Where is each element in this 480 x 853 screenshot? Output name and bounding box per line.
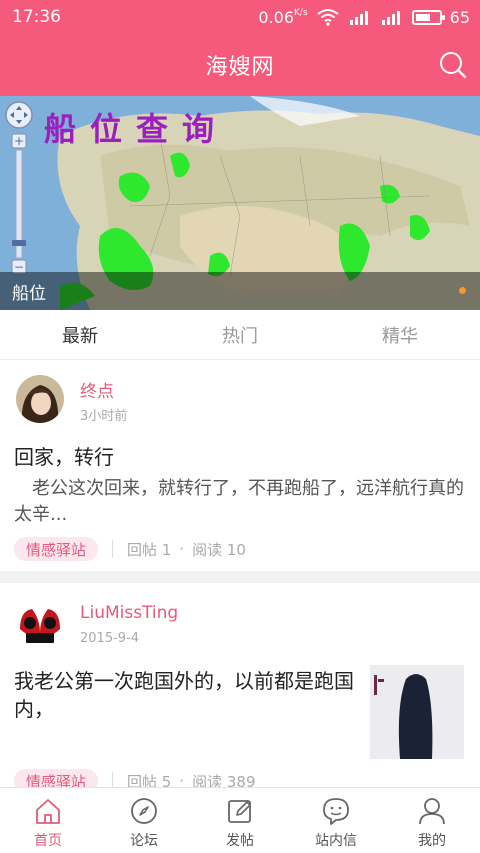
nav-messages[interactable]: 站内信 <box>288 788 384 853</box>
status-bar: 17:36 0.06K/s 65 <box>0 0 480 34</box>
post-time: 2015-9-4 <box>80 631 140 646</box>
avatar[interactable] <box>16 375 64 423</box>
nav-new-post-label: 发帖 <box>226 833 254 849</box>
ship-position-banner[interactable]: + − 船位查询 船位 <box>0 96 480 310</box>
user-icon <box>419 798 445 825</box>
feed-tabs: 最新 热门 精华 <box>0 310 480 360</box>
post-time: 3小时前 <box>80 409 128 424</box>
nav-profile-label: 我的 <box>418 833 446 849</box>
nav-forum-label: 论坛 <box>130 833 158 849</box>
bottom-nav: 首页 论坛 发帖 站内信 我的 <box>0 787 480 853</box>
home-icon <box>36 799 60 824</box>
tab-hot[interactable]: 热门 <box>160 310 320 359</box>
dot-separator: · <box>179 540 185 558</box>
nav-forum[interactable]: 论坛 <box>96 788 192 853</box>
status-time: 17:36 <box>12 7 61 27</box>
reply-count: 回帖 1 <box>127 540 172 559</box>
signal-3g-icon <box>348 8 372 26</box>
read-count: 阅读 10 <box>192 540 246 559</box>
banner-caption: 船位 <box>12 283 46 304</box>
compass-icon <box>131 798 157 824</box>
wifi-icon <box>316 8 340 26</box>
network-speed-value: 0.06 <box>258 7 295 27</box>
status-indicators: 0.06K/s 65 <box>258 8 470 27</box>
search-button[interactable] <box>438 50 468 80</box>
carousel-indicator[interactable] <box>459 287 466 294</box>
app-header: 海嫂网 <box>0 34 480 96</box>
battery-percent: 65 <box>449 7 470 27</box>
tab-latest[interactable]: 最新 <box>0 310 160 359</box>
nav-messages-label: 站内信 <box>315 833 357 849</box>
map-zoom-control[interactable]: + − <box>4 100 34 278</box>
nav-home-label: 首页 <box>34 833 62 849</box>
banner-title: 船位查询 <box>44 110 229 148</box>
post-title[interactable]: 我老公第一次跑国外的，以前都是跑国内， <box>14 667 354 723</box>
nav-new-post[interactable]: 发帖 <box>192 788 288 853</box>
signal-icon <box>380 8 404 26</box>
post-thumbnail[interactable] <box>370 665 464 759</box>
category-tag[interactable]: 情感驿站 <box>14 537 99 561</box>
post-excerpt: 老公这次回来，就转行了，不再跑船了，远洋航行真的太辛... <box>14 478 464 525</box>
message-icon <box>323 798 349 825</box>
network-speed: 0.06K/s <box>258 8 307 27</box>
search-icon <box>440 52 467 79</box>
avatar[interactable] <box>16 599 64 647</box>
post-title[interactable]: 回家，转行 <box>14 441 114 470</box>
nav-profile[interactable]: 我的 <box>384 788 480 853</box>
post-author[interactable]: 终点 <box>80 377 114 402</box>
battery-level <box>415 13 430 21</box>
tab-featured[interactable]: 精华 <box>320 310 480 359</box>
list-item[interactable]: 终点 3小时前 回家，转行 老公这次回来，就转行了，不再跑船了，远洋航行真的太辛… <box>0 361 480 571</box>
svg-text:+: + <box>14 134 24 148</box>
list-item[interactable]: LiuMissTing 2015-9-4 我老公第一次跑国外的，以前都是跑国内，… <box>0 583 480 793</box>
post-author[interactable]: LiuMissTing <box>80 603 178 623</box>
nav-home[interactable]: 首页 <box>0 788 96 853</box>
meta-divider <box>112 540 114 558</box>
section-divider <box>0 571 480 583</box>
edit-icon <box>228 800 251 823</box>
post-meta: 情感驿站 回帖 1 · 阅读 10 <box>14 537 246 561</box>
network-speed-unit: K/s <box>294 7 308 18</box>
page-title: 海嫂网 <box>205 55 275 80</box>
battery-icon <box>411 9 445 25</box>
banner-caption-bar: 船位 <box>0 272 480 310</box>
